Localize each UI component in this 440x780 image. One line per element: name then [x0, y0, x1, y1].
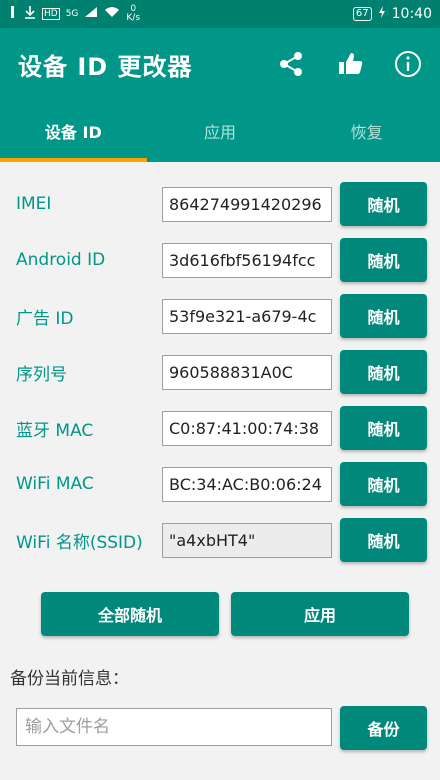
wifi-icon: [104, 6, 120, 22]
serial-field[interactable]: 960588831A0C: [162, 354, 332, 390]
android-id-random-button[interactable]: 随机: [340, 238, 427, 282]
wifi-mac-row: WiFi MAC BC:34:AC:B0:06:24 随机: [0, 456, 440, 512]
signal-label: 5G: [65, 8, 79, 19]
tab-bar: 设备 ID 应用 恢复: [0, 100, 440, 162]
wifi-ssid-field[interactable]: "a4xbHT4": [162, 522, 332, 558]
device-id-panel: IMEI 864274991420296 随机 Android ID 3d616…: [0, 162, 440, 780]
android-id-row: Android ID 3d616fbf56194fcc 随机: [0, 232, 440, 288]
signal-icon: [84, 6, 98, 22]
serial-label: 序列号: [16, 364, 67, 385]
wifi-mac-field[interactable]: BC:34:AC:B0:06:24: [162, 466, 332, 502]
clock: 10:40: [391, 6, 432, 22]
android-id-field[interactable]: 3d616fbf56194fcc: [162, 242, 332, 278]
bluetooth-mac-field[interactable]: C0:87:41:00:74:38: [162, 410, 332, 446]
bluetooth-mac-row: 蓝牙 MAC C0:87:41:00:74:38 随机: [0, 400, 440, 456]
backup-filename-input[interactable]: [16, 708, 332, 746]
ad-id-field[interactable]: 53f9e321-a679-4c: [162, 298, 332, 334]
hd-badge: HD: [42, 8, 60, 20]
randomize-all-button[interactable]: 全部随机: [41, 592, 219, 636]
tab-restore[interactable]: 恢复: [293, 100, 440, 162]
serial-random-button[interactable]: 随机: [340, 350, 427, 394]
net-speed: 0 K/s: [126, 5, 140, 23]
info-icon[interactable]: [394, 50, 422, 78]
charging-icon: [378, 6, 386, 22]
wifi-ssid-row: WiFi 名称(SSID) "a4xbHT4" 随机: [0, 512, 440, 568]
imei-label: IMEI: [16, 194, 52, 214]
share-icon[interactable]: [276, 49, 306, 79]
wifi-ssid-label: WiFi 名称(SSID): [16, 532, 143, 553]
app-title: 设备 ID 更改器: [18, 52, 193, 81]
app-bar: 设备 ID 更改器: [0, 28, 440, 100]
wifi-mac-random-button[interactable]: 随机: [340, 462, 427, 506]
tab-apps[interactable]: 应用: [147, 100, 294, 162]
thumbs-up-icon[interactable]: [336, 50, 364, 78]
wifi-ssid-random-button[interactable]: 随机: [340, 518, 427, 562]
backup-label: 备份当前信息：: [10, 669, 129, 689]
serial-row: 序列号 960588831A0C 随机: [0, 344, 440, 400]
backup-button[interactable]: 备份: [340, 706, 427, 750]
wifi-mac-label: WiFi MAC: [16, 474, 94, 494]
imei-random-button[interactable]: 随机: [340, 182, 427, 226]
imei-row: IMEI 864274991420296 随机: [0, 176, 440, 232]
notification-icon: [8, 5, 18, 23]
bluetooth-mac-label: 蓝牙 MAC: [16, 420, 94, 441]
net-speed-unit: K/s: [126, 13, 141, 23]
bluetooth-mac-random-button[interactable]: 随机: [340, 406, 427, 450]
download-icon: [24, 5, 36, 23]
ad-id-random-button[interactable]: 随机: [340, 294, 427, 338]
ad-id-row: 广告 ID 53f9e321-a679-4c 随机: [0, 288, 440, 344]
ad-id-label: 广告 ID: [16, 308, 74, 329]
battery-indicator: 67: [352, 7, 372, 21]
tab-device-id[interactable]: 设备 ID: [0, 100, 147, 162]
apply-button[interactable]: 应用: [231, 592, 409, 636]
imei-field[interactable]: 864274991420296: [162, 186, 332, 222]
android-id-label: Android ID: [16, 250, 106, 270]
status-bar: HD 5G 0 K/s 67 10:40: [0, 0, 440, 28]
